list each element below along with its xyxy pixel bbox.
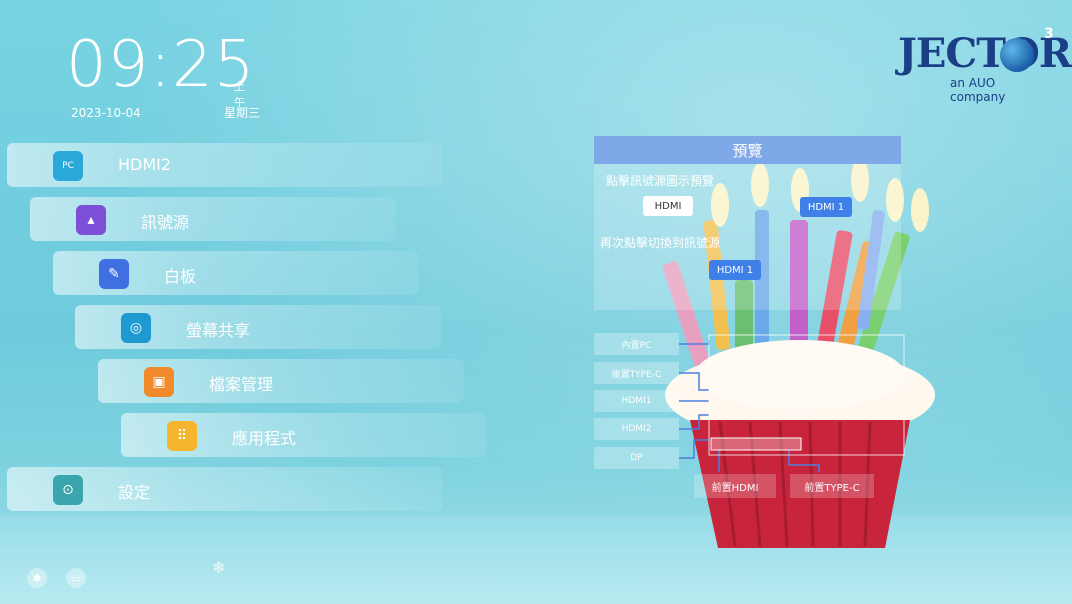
apps-icon: ⠿ [167,421,197,451]
front-port-label: 前置TYPE-C [790,474,874,498]
menu-item-apps[interactable]: ⠿ 應用程式 [121,413,487,457]
menu-item-label: 白板 [164,267,197,286]
preview-chip-hdmi: HDMI [643,196,693,216]
clock-date: 2023-10-04 [71,106,141,120]
menu-item-label: 應用程式 [232,429,297,448]
port-label: DP [594,447,679,469]
menu-item-screen-share[interactable]: ◎ 螢幕共享 [75,305,441,349]
preview-instruction-1: 點擊訊號源圖示預覽 [606,174,715,188]
port-label: 後置TYPE-C [594,362,679,384]
settings-icon: ⊙ [53,475,83,505]
file-manager-icon: ▣ [144,367,174,397]
monitor-icon[interactable]: ▭ [66,568,86,588]
bluetooth-icon[interactable]: ✱ [27,568,47,588]
front-port-label: 前置HDMI [694,474,776,498]
signal-source-icon: ▴ [76,205,106,235]
preview-instruction-2: 再次點擊切換到訊號源 [600,236,721,250]
port-label: HDMI2 [594,418,679,440]
globe-icon [1000,38,1034,72]
snowflake-icon: ❄ [212,558,226,577]
menu-item-label: 檔案管理 [209,375,274,394]
menu-item-label: 設定 [118,483,151,502]
port-label: HDMI1 [594,390,679,412]
clock-weekday: 星期三 [224,106,261,120]
menu-item-label: 螢幕共享 [186,321,251,340]
brand-logo: JECTOR 3 an AUO company [898,26,1072,104]
preview-chip-hdmi1-switch: HDMI 1 [709,260,761,280]
menu-item-file-manager[interactable]: ▣ 檔案管理 [98,359,464,403]
menu-item-label: 訊號源 [141,213,190,232]
pc-icon: PC [53,151,83,181]
screen-share-icon: ◎ [121,313,151,343]
brand-superscript: 3 [1044,26,1054,42]
port-connector-lines [679,334,905,472]
menu-item-hdmi2[interactable]: PC HDMI2 [7,143,443,187]
menu-item-label: HDMI2 [118,155,172,174]
menu-item-whiteboard[interactable]: ✎ 白板 [53,251,419,295]
menu-item-settings[interactable]: ⊙ 設定 [7,467,443,511]
menu-item-signal-source[interactable]: ▴ 訊號源 [30,197,396,241]
preview-chip-hdmi1: HDMI 1 [800,197,852,217]
clock-time: 09:25 [66,28,256,102]
brand-tagline: an AUO company [950,76,1006,104]
whiteboard-icon: ✎ [99,259,129,289]
port-label: 內置PC [594,333,679,355]
clock-widget: 09:25 上午 [66,28,256,109]
preview-panel: 預覽 點擊訊號源圖示預覽 HDMI HDMI 1 再次點擊切換到訊號源 HDMI… [594,136,901,310]
preview-title: 預覽 [594,136,901,164]
